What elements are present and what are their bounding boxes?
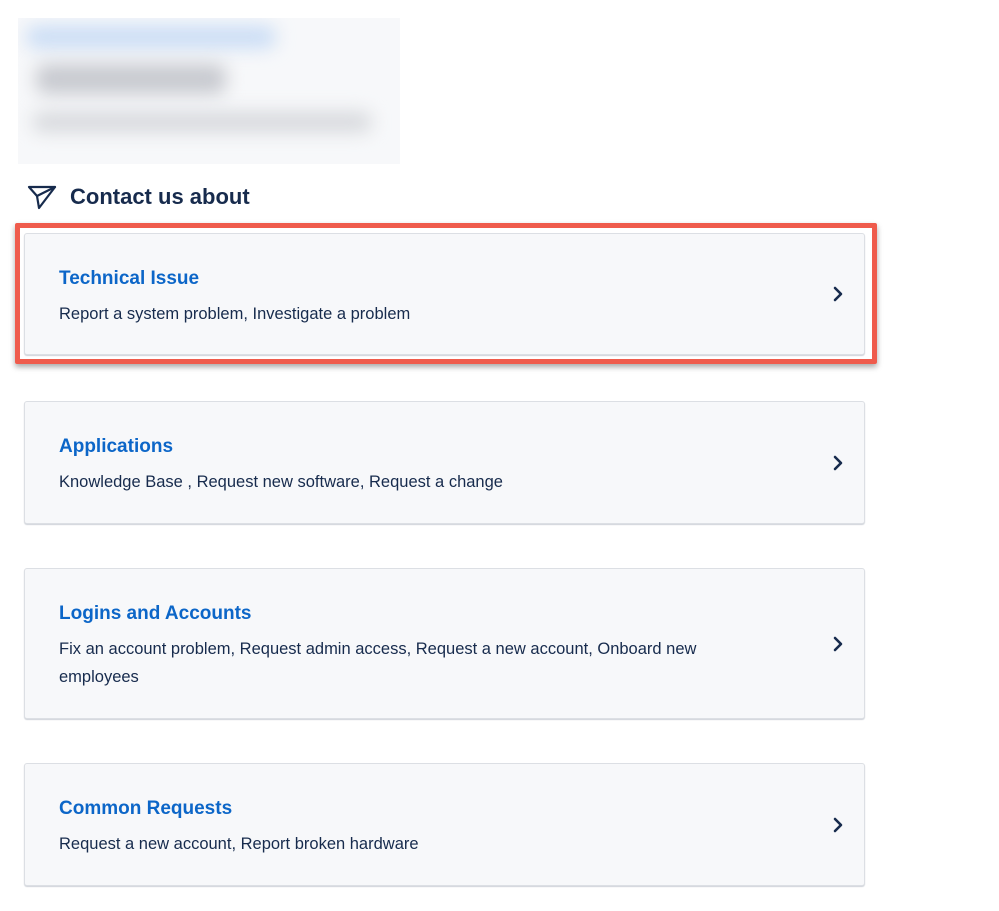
card-title[interactable]: Common Requests: [59, 798, 232, 820]
request-type-card-common-requests[interactable]: Common Requests Request a new account, R…: [24, 763, 865, 886]
request-type-card-technical-issue[interactable]: Technical Issue Report a system problem,…: [24, 233, 865, 355]
chevron-right-icon[interactable]: [830, 286, 846, 302]
blurred-description: [32, 112, 372, 132]
chevron-right-icon[interactable]: [830, 817, 846, 833]
chevron-right-icon[interactable]: [830, 636, 846, 652]
request-type-card-logins-and-accounts[interactable]: Logins and Accounts Fix an account probl…: [24, 568, 865, 719]
card-title[interactable]: Applications: [59, 436, 173, 458]
card-description: Knowledge Base , Request new software, R…: [59, 473, 503, 491]
card-description: Fix an account problem, Request admin ac…: [59, 640, 697, 686]
chevron-right-icon[interactable]: [830, 455, 846, 471]
blurred-title: [36, 64, 226, 94]
send-icon: [26, 182, 58, 212]
card-title[interactable]: Technical Issue: [59, 268, 199, 290]
request-type-card-applications[interactable]: Applications Knowledge Base , Request ne…: [24, 401, 865, 524]
card-title[interactable]: Logins and Accounts: [59, 603, 251, 625]
card-description: Request a new account, Report broken har…: [59, 835, 419, 853]
section-heading: Contact us about: [26, 182, 250, 212]
section-heading-text: Contact us about: [70, 184, 250, 209]
blurred-breadcrumb: [26, 26, 276, 48]
blurred-header: [18, 18, 400, 164]
card-description: Report a system problem, Investigate a p…: [59, 305, 411, 323]
